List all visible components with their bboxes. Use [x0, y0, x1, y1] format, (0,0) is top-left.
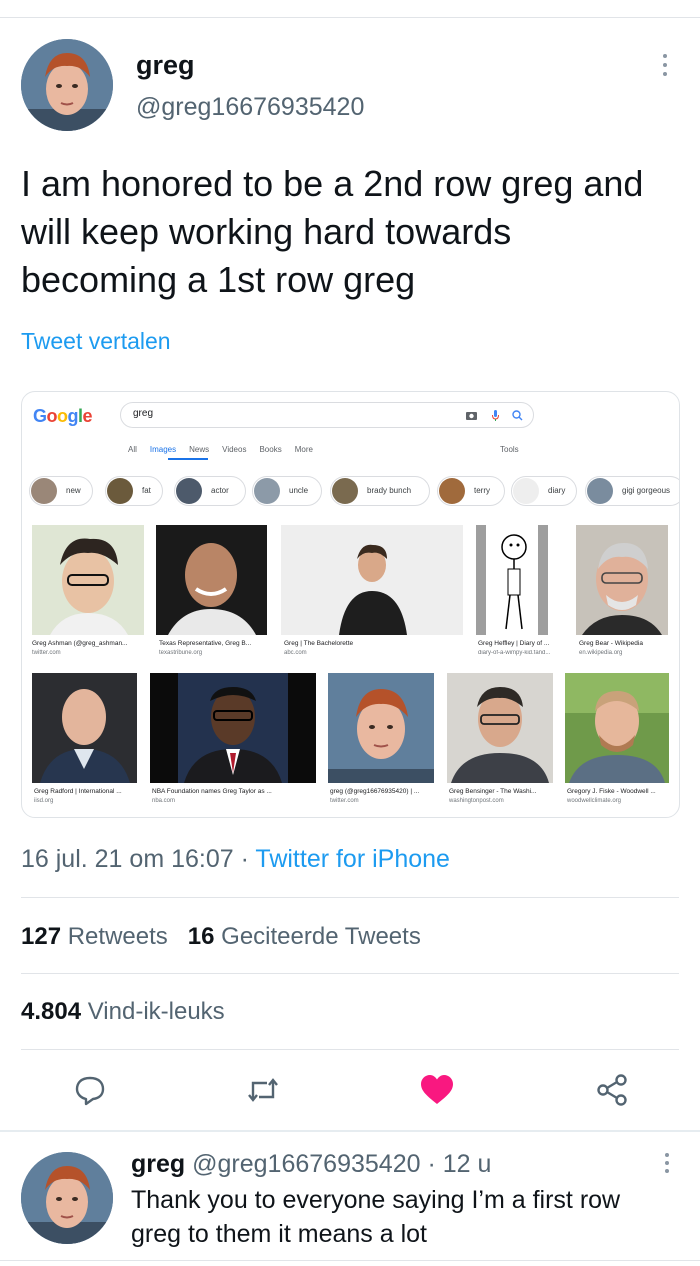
divider	[21, 973, 679, 974]
tweet-image-google-search[interactable]: Google greg All Images News Videos Books…	[21, 391, 680, 818]
result-image	[576, 525, 668, 635]
google-tab-all: All	[128, 445, 137, 454]
translate-tweet-link[interactable]: Tweet vertalen	[21, 328, 171, 355]
reply-text: Thank you to everyone saying I’m a first…	[131, 1186, 621, 1248]
result-image	[156, 525, 267, 635]
chip-new: new	[29, 476, 93, 506]
chip-diary: diary	[511, 476, 577, 506]
result-caption: Texas Representative, Greg B...	[159, 640, 252, 647]
quotes-label: Geciteerde Tweets	[221, 923, 421, 950]
chip-gigi-gorgeous: gigi gorgeous	[585, 476, 679, 506]
result-image	[328, 673, 434, 783]
chip-brady-bunch: brady bunch	[330, 476, 430, 506]
quotes-count: 16	[187, 923, 215, 950]
result-image	[447, 673, 553, 783]
result-image	[32, 673, 137, 783]
reply-time: · 12 u	[420, 1150, 492, 1178]
meta-separator: ·	[233, 845, 256, 873]
result-source: woodwellclimate.org	[567, 798, 622, 804]
result-caption: greg (@greg16676935420) | ...	[330, 788, 420, 795]
reply-author-handle[interactable]: @greg16676935420	[192, 1150, 420, 1178]
result-source: twitter.com	[32, 650, 61, 656]
result-caption: Greg Ashman (@greg_ashman...	[32, 640, 128, 647]
section-divider	[0, 1130, 700, 1132]
google-logo: Google	[33, 406, 93, 426]
retweet-icon[interactable]	[245, 1072, 281, 1108]
result-source: en.wikipedia.org	[579, 650, 623, 656]
tweet-client-link[interactable]: Twitter for iPhone	[255, 845, 450, 873]
reply-more-options-icon[interactable]	[662, 1153, 672, 1179]
result-caption: Greg Radford | International ...	[34, 788, 122, 795]
reply-icon[interactable]	[72, 1072, 108, 1108]
author-name[interactable]: greg	[136, 50, 195, 81]
retweets-link[interactable]: 127 Retweets	[21, 923, 168, 950]
active-tab-underline	[168, 458, 208, 460]
divider	[21, 897, 679, 898]
chip-terry: terry	[437, 476, 505, 506]
retweets-count: 127	[21, 923, 62, 950]
tweet-meta: 16 jul. 21 om 16:07 · Twitter for iPhone	[21, 845, 450, 874]
result-source: diary-of-a-wimpy-kid.fand...	[478, 650, 551, 656]
bottom-divider	[0, 1260, 700, 1261]
result-image	[32, 525, 144, 635]
likes-count: 4.804	[21, 998, 82, 1025]
more-options-icon[interactable]	[660, 54, 670, 80]
result-image	[565, 673, 669, 783]
result-caption: NBA Foundation names Greg Taylor as ...	[152, 788, 272, 795]
reply-header: greg @greg16676935420 · 12 u	[131, 1150, 491, 1179]
google-tab-videos: Videos	[222, 445, 247, 454]
result-caption: Greg Bensinger - The Washi...	[449, 788, 537, 795]
google-tab-books: Books	[259, 445, 282, 454]
quotes-link[interactable]: 16 Geciteerde Tweets	[188, 923, 421, 950]
author-handle[interactable]: @greg16676935420	[136, 93, 364, 122]
google-tools: Tools	[500, 445, 519, 454]
google-tab-more: More	[294, 445, 313, 454]
divider	[21, 1049, 679, 1050]
share-icon[interactable]	[594, 1072, 630, 1108]
reply-author-avatar[interactable]	[21, 1152, 113, 1244]
like-icon[interactable]	[419, 1072, 455, 1108]
top-divider	[0, 17, 700, 18]
google-tab-news: News	[189, 445, 210, 454]
google-tab-images: Images	[149, 445, 177, 454]
likes-label: Vind-ik-leuks	[87, 998, 225, 1025]
chip-uncle: uncle	[252, 476, 322, 506]
result-image	[476, 525, 548, 635]
result-caption: Greg | The Bachelorette	[284, 640, 354, 647]
chip-fat: fat	[105, 476, 163, 506]
google-search-box: greg	[120, 402, 534, 428]
microphone-icon	[489, 409, 502, 422]
google-search-query: greg	[133, 408, 154, 419]
result-caption: Greg Heffley | Diary of ...	[478, 640, 550, 647]
result-caption: Gregory J. Fiske - Woodwell ...	[567, 788, 656, 795]
tweet-text: I am honored to be a 2nd row greg and wi…	[21, 163, 644, 300]
result-source: texastribune.org	[159, 650, 203, 656]
result-image	[150, 673, 316, 783]
likes-link[interactable]: 4.804 Vind-ik-leuks	[21, 998, 225, 1026]
retweets-label: Retweets	[67, 923, 168, 950]
result-source: twitter.com	[330, 798, 359, 804]
result-image	[281, 525, 463, 635]
result-caption: Greg Bear - Wikipedia	[579, 640, 643, 647]
reply-author-name[interactable]: greg	[131, 1150, 185, 1178]
result-source: iisd.org	[34, 798, 54, 804]
result-source: nba.com	[152, 798, 176, 804]
google-tabs: All Images News Videos Books More	[128, 445, 313, 454]
search-icon	[511, 409, 524, 422]
result-source: abc.com	[284, 650, 307, 656]
camera-icon	[465, 409, 478, 422]
author-avatar[interactable]	[21, 39, 113, 131]
tweet-date[interactable]: 16 jul. 21 om 16:07	[21, 845, 234, 873]
result-source: washingtonpost.com	[449, 798, 504, 804]
chip-actor: actor	[174, 476, 246, 506]
retweet-stats: 127 Retweets 16 Geciteerde Tweets	[21, 923, 421, 951]
